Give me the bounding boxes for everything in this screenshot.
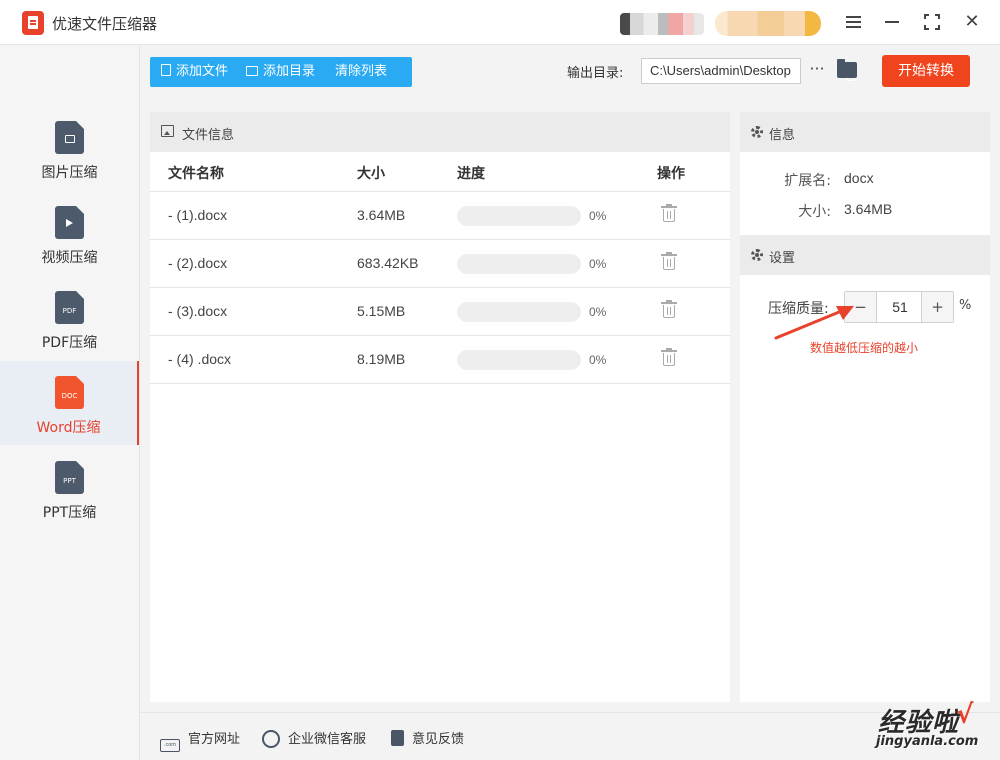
- delete-icon[interactable]: [661, 252, 677, 270]
- progress-bar: [457, 254, 581, 274]
- app-title: 优速文件压缩器: [52, 15, 158, 33]
- column-header-action: 操作: [657, 166, 685, 182]
- watermark: 经验啦 √ jingyanla.com: [876, 700, 979, 749]
- table-header: 文件名称 大小 进度 操作: [150, 152, 730, 192]
- blurred-account-badge[interactable]: [715, 11, 821, 36]
- folder-icon: [246, 66, 258, 76]
- sidebar: 图片压缩 视频压缩 PDF PDF压缩 DOC Word压缩 PPT PPT压缩: [0, 45, 140, 760]
- pdf-file-icon: PDF: [55, 291, 84, 324]
- file-name: - (2).docx: [168, 255, 228, 271]
- delete-icon[interactable]: [661, 348, 677, 366]
- picture-icon: [161, 125, 174, 137]
- info-title: 信息: [769, 128, 796, 143]
- video-icon: [55, 206, 84, 239]
- settings-title: 设置: [769, 251, 796, 266]
- file-name: - (4) .docx: [168, 351, 232, 367]
- column-header-progress: 进度: [457, 166, 485, 182]
- table-row[interactable]: - (1).docx 3.64MB 0%: [150, 192, 730, 240]
- extension-value: docx: [844, 170, 874, 186]
- add-file-button[interactable]: 添加文件: [161, 57, 228, 87]
- progress-text: 0%: [589, 209, 607, 223]
- info-settings-panel: 信息 扩展名: docx 大小: 3.64MB 设置: [740, 112, 990, 702]
- progress-text: 0%: [589, 353, 607, 367]
- info-header: 信息: [740, 112, 990, 152]
- sidebar-item-label: PDF压缩: [41, 335, 98, 351]
- sidebar-item-label: 视频压缩: [41, 250, 98, 266]
- gear-icon: [751, 126, 763, 138]
- menu-icon[interactable]: [841, 10, 865, 34]
- title-bar: 优速文件压缩器 ✕: [0, 0, 1000, 45]
- browse-more-button[interactable]: ···: [808, 58, 826, 82]
- gear-icon: [751, 249, 763, 261]
- sidebar-item-image[interactable]: 图片压缩: [0, 106, 139, 190]
- image-icon: [55, 121, 84, 154]
- close-icon[interactable]: ✕: [960, 10, 984, 34]
- output-dir-field[interactable]: C:\Users\admin\Desktop: [641, 58, 801, 84]
- settings-header: 设置: [740, 235, 990, 275]
- table-row[interactable]: - (4) .docx 8.19MB 0%: [150, 336, 730, 384]
- sidebar-item-label: Word压缩: [36, 420, 101, 436]
- quality-stepper: − +: [844, 291, 954, 323]
- file-size: 3.64MB: [357, 207, 406, 223]
- size-label: 大小:: [798, 204, 831, 220]
- file-size: 8.19MB: [357, 351, 406, 367]
- file-panel-header: 文件信息: [150, 112, 730, 152]
- file-icon: [161, 64, 171, 76]
- progress-text: 0%: [589, 257, 607, 271]
- sidebar-item-label: 图片压缩: [41, 165, 98, 181]
- add-directory-button[interactable]: 添加目录: [246, 57, 315, 87]
- feedback-icon: [391, 730, 404, 746]
- word-file-icon: DOC: [55, 376, 84, 409]
- table-row[interactable]: - (3).docx 5.15MB 0%: [150, 288, 730, 336]
- sidebar-item-ppt[interactable]: PPT PPT压缩: [0, 446, 139, 530]
- annotation-arrow-icon: [774, 306, 854, 340]
- progress-bar: [457, 206, 581, 226]
- file-panel-title: 文件信息: [182, 128, 235, 143]
- clear-list-button[interactable]: 清除列表: [335, 57, 855, 87]
- sidebar-item-pdf[interactable]: PDF PDF压缩: [0, 276, 139, 360]
- delete-icon[interactable]: [661, 300, 677, 318]
- sidebar-item-label: PPT压缩: [42, 505, 97, 521]
- file-name: - (3).docx: [168, 303, 228, 319]
- column-header-name: 文件名称: [168, 166, 224, 182]
- feedback-link[interactable]: 意见反馈: [391, 728, 464, 747]
- website-icon: .com: [160, 739, 180, 752]
- official-website-link[interactable]: .com 官方网址: [160, 728, 240, 752]
- file-size: 683.42KB: [357, 255, 419, 271]
- table-row[interactable]: - (2).docx 683.42KB 0%: [150, 240, 730, 288]
- file-name: - (1).docx: [168, 207, 228, 223]
- maximize-icon[interactable]: [920, 10, 944, 34]
- file-size: 5.15MB: [357, 303, 406, 319]
- ppt-file-icon: PPT: [55, 461, 84, 494]
- quality-input[interactable]: [877, 292, 923, 322]
- start-convert-button[interactable]: 开始转换: [882, 55, 970, 87]
- column-header-size: 大小: [357, 166, 385, 182]
- file-info-panel: 文件信息 文件名称 大小 进度 操作 - (1).docx 3.64MB 0% …: [150, 112, 730, 702]
- blurred-user-info: [620, 13, 704, 35]
- sidebar-item-video[interactable]: 视频压缩: [0, 191, 139, 275]
- open-folder-icon[interactable]: [837, 59, 857, 78]
- app-logo-icon: [22, 11, 44, 35]
- chat-icon: [262, 730, 280, 748]
- size-value: 3.64MB: [844, 201, 893, 217]
- wechat-service-link[interactable]: 企业微信客服: [262, 728, 366, 748]
- quality-increase-button[interactable]: +: [921, 292, 953, 322]
- file-toolbar: 添加文件 添加目录 清除列表: [150, 57, 855, 87]
- progress-text: 0%: [589, 305, 607, 319]
- sidebar-item-word[interactable]: DOC Word压缩: [0, 361, 139, 445]
- percent-sign: %: [959, 298, 972, 313]
- progress-bar: [457, 350, 581, 370]
- extension-label: 扩展名:: [784, 173, 831, 189]
- minimize-icon[interactable]: [880, 10, 904, 34]
- delete-icon[interactable]: [661, 204, 677, 222]
- progress-bar: [457, 302, 581, 322]
- output-dir-label: 输出目录:: [567, 66, 624, 81]
